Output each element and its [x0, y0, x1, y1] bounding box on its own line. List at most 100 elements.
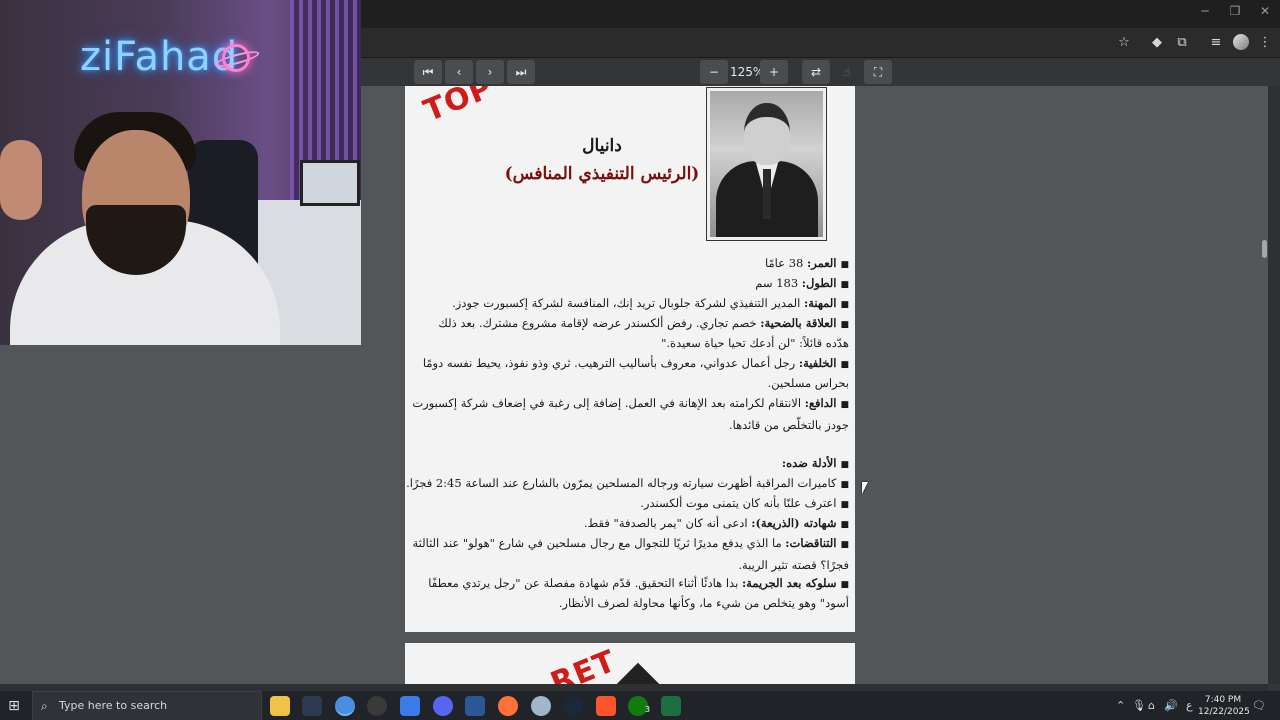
page-emblem [616, 662, 660, 684]
detail-line: فجرًا؟ قصته تثير الريبة. [738, 558, 849, 572]
detail-text: هدّده قائلاً: "لن أدعك تحيا حياة سعيدة." [661, 336, 849, 350]
suspect-name: دانيال [582, 136, 622, 156]
diamond-extension-icon[interactable]: ◆ [1148, 34, 1166, 52]
detail-line: ■كاميرات المراقبة أظهرت سيارته ورجاله ال… [406, 476, 849, 490]
detail-label: شهادته (الذريعة): [751, 516, 837, 530]
first-page-icon: ⏮ [422, 65, 434, 79]
detail-line: ■الدافع: الانتقام لكرامته بعد الإهانة في… [412, 396, 849, 410]
detail-line: أسود" وهو يتخلص من شيء ما، وكأنها محاولة… [559, 596, 849, 610]
windows-taskbar: ⊞ ⌕ Type here to search 3 ⌃ 🎙 ⌂ 🔊 ع 7:40… [0, 690, 1280, 720]
brave-icon[interactable] [596, 696, 616, 716]
prev-page-button[interactable]: ‹ [445, 60, 473, 84]
network-icon[interactable]: ⌂ [1148, 691, 1155, 720]
menu-dots-icon[interactable]: ⋮ [1256, 34, 1274, 52]
clock-time: 7:40 PM [1204, 695, 1242, 705]
detail-line: هدّده قائلاً: "لن أدعك تحيا حياة سعيدة." [661, 336, 849, 350]
detail-label: الدافع: [804, 396, 837, 410]
detail-text: ما الذي يدفع مديرًا ثريًا للتجوال مع رجا… [412, 536, 786, 550]
word-icon[interactable] [465, 696, 485, 716]
fit-page-button[interactable]: ⛶ [864, 60, 892, 84]
detail-line: ■التناقضات: ما الذي يدفع مديرًا ثريًا لل… [412, 536, 849, 550]
detail-text: جودز بالتخلّص من قائدها. [728, 418, 849, 432]
scrollbar-thumb[interactable] [1262, 240, 1267, 258]
bullet-icon: ■ [840, 280, 849, 290]
app-icon[interactable] [531, 696, 551, 716]
windows-start-icon[interactable]: ⊞ [6, 698, 22, 714]
bullet-icon: ■ [840, 500, 849, 510]
pdf-page: TOP دانيال (الرئيس التنفيذي المنافس) ■ال… [405, 86, 855, 632]
detail-line: جودز بالتخلّص من قائدها. [729, 418, 849, 432]
webcam-monitor [300, 160, 360, 206]
minimize-icon[interactable]: ─ [1190, 4, 1220, 18]
bullet-icon: ■ [840, 360, 849, 370]
hand-icon: ☝ [843, 65, 851, 79]
taskbar-search[interactable]: ⌕ Type here to search [32, 691, 262, 720]
terminal-icon[interactable] [302, 696, 322, 716]
detail-text: كاميرات المراقبة أظهرت سيارته ورجاله الم… [406, 476, 837, 490]
restore-icon[interactable]: ❐ [1220, 4, 1250, 18]
zoom-out-button[interactable]: − [700, 60, 728, 84]
bullet-icon: ■ [840, 460, 849, 470]
clock-date: 12/22/2025 [1198, 707, 1250, 717]
profile-avatar[interactable] [1233, 34, 1249, 50]
media-icon[interactable]: ≡ [1207, 34, 1225, 52]
language-indicator[interactable]: ع [1186, 691, 1193, 720]
detail-text: اعترف علنًا بأنه كان يتمنى موت ألكسندر. [640, 496, 837, 510]
zoom-level[interactable]: 125% [730, 60, 764, 84]
store-icon[interactable] [400, 696, 420, 716]
microphone-icon[interactable]: 🎙 [1132, 691, 1146, 720]
detail-line: ■العلاقة بالضحية: خصم تجاري. رفض ألكسندر… [438, 316, 849, 330]
detail-line: ■اعترف علنًا بأنه كان يتمنى موت ألكسندر. [640, 496, 849, 510]
obs-icon[interactable] [367, 696, 387, 716]
webcam-person-hand [0, 140, 42, 220]
close-icon[interactable]: ✕ [1250, 4, 1280, 18]
detail-line: ■المهنة: المدير التنفيذي لشركة جلوبال تر… [452, 296, 849, 310]
detail-text: فجرًا؟ قصته تثير الريبة. [738, 558, 849, 572]
discord-icon[interactable] [433, 696, 453, 716]
detail-text: بدا هادئًا أثناء التحقيق. قدّم شهادة مفص… [428, 576, 742, 590]
firefox-icon[interactable] [498, 696, 518, 716]
detail-label: التناقضات: [785, 536, 837, 550]
bullet-icon: ■ [840, 480, 849, 490]
detail-line: ■الخلفية: رجل أعمال عدواني، معروف بأسالي… [423, 356, 849, 370]
detail-label: العمر: [806, 256, 837, 270]
zoom-in-button[interactable]: + [760, 60, 788, 84]
next-page-button[interactable]: › [476, 60, 504, 84]
volume-icon[interactable]: 🔊 [1164, 691, 1178, 720]
puzzle-extension-icon[interactable]: ⧉ [1173, 34, 1191, 52]
zoom-in-icon: + [768, 65, 780, 79]
taskbar-clock[interactable]: 7:40 PM 12/22/2025 [1198, 694, 1250, 718]
chrome-icon[interactable] [335, 696, 355, 716]
bullet-icon: ■ [840, 400, 849, 410]
notification-icon[interactable]: 🗨 [1252, 691, 1266, 720]
excel-icon[interactable] [661, 696, 681, 716]
fit-page-icon: ⛶ [873, 65, 883, 79]
detail-text: بحراس مسلحين. [767, 376, 849, 390]
detail-line: ■الطول: 183 سم [755, 276, 849, 290]
detail-line: ■شهادته (الذريعة): ادعى أنه كان "يمر بال… [584, 516, 849, 530]
detail-label: الأدلة ضده: [781, 456, 837, 470]
detail-label: المهنة: [803, 296, 837, 310]
detail-text: أسود" وهو يتخلص من شيء ما، وكأنها محاولة… [558, 596, 849, 610]
swap-icon: ⇄ [810, 65, 822, 79]
vertical-scrollbar[interactable] [1268, 86, 1280, 684]
xbox-badge: 3 [645, 705, 651, 714]
detail-line: ■الأدلة ضده: [782, 456, 849, 470]
file-explorer-icon[interactable] [270, 696, 290, 716]
detail-label: الطول: [801, 276, 837, 290]
zoom-out-icon: − [708, 65, 720, 79]
detail-text: ادعى أنه كان "يمر بالصدفة" فقط. [583, 516, 752, 530]
steam-icon[interactable] [563, 696, 583, 716]
neon-planet-icon [222, 44, 250, 72]
detail-label: العلاقة بالضحية: [760, 316, 837, 330]
search-icon: ⌕ [41, 699, 48, 713]
chevron-up-icon[interactable]: ⌃ [1116, 691, 1125, 720]
first-page-button[interactable]: ⏮ [414, 60, 442, 84]
rotate-button[interactable]: ⇄ [802, 60, 830, 84]
last-page-button[interactable]: ⏭ [507, 60, 535, 84]
touch-button[interactable]: ☝ [833, 60, 861, 84]
star-icon[interactable]: ☆ [1115, 34, 1133, 52]
bullet-icon: ■ [840, 580, 849, 590]
detail-text: 38 عامًا [765, 256, 807, 270]
detail-label: سلوكه بعد الجريمة: [741, 576, 837, 590]
